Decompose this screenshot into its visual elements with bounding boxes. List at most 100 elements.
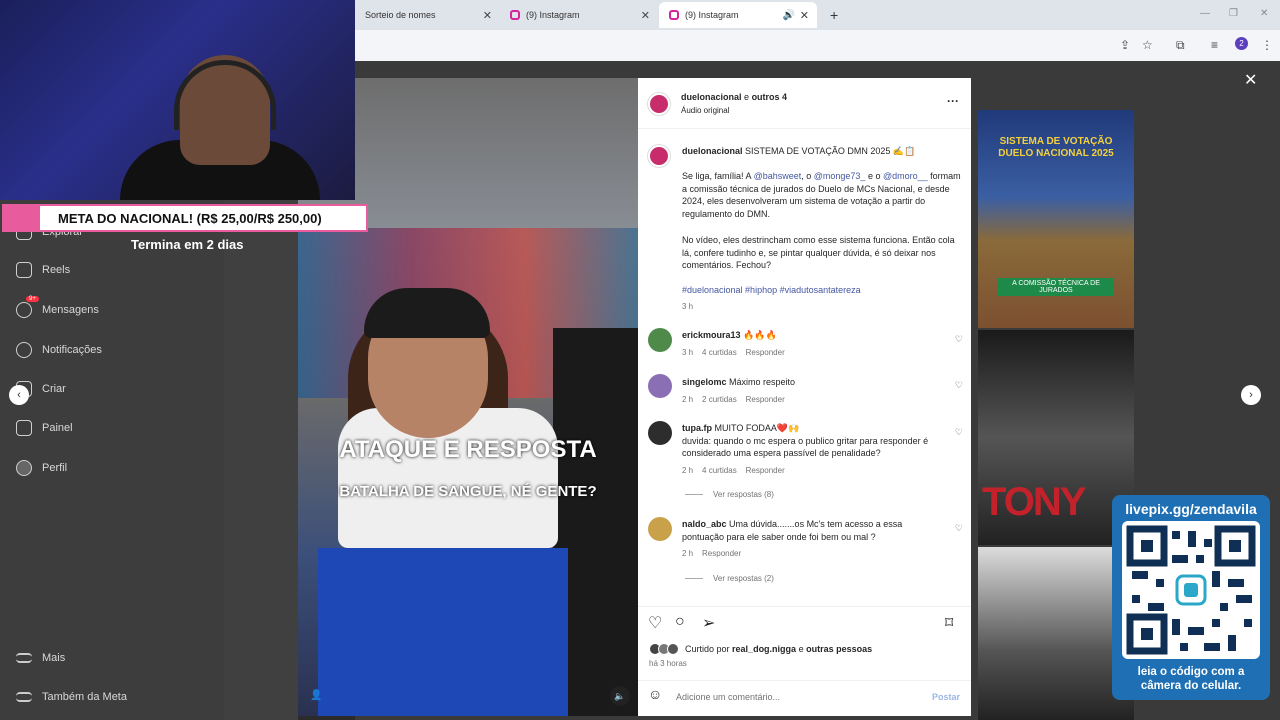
- liked-by-user[interactable]: real_dog.nigga: [732, 644, 796, 654]
- goal-subtitle: Termina em 2 dias: [131, 237, 244, 252]
- webcam-overlay: [0, 0, 355, 200]
- comment-avatar[interactable]: [648, 421, 672, 445]
- tab-instagram-1[interactable]: (9) Instagram ✕: [500, 4, 658, 26]
- sidebar-item-mais[interactable]: Mais: [16, 652, 65, 664]
- qr-footer: leia o código com a câmera do celular.: [1112, 665, 1270, 693]
- share-icon[interactable]: ➢: [702, 613, 715, 633]
- instagram-sidebar: Explorar Reels Mensagens 9+ Notificações…: [0, 200, 224, 720]
- mute-icon[interactable]: 🔈: [610, 686, 630, 706]
- thumbnail-title: SISTEMA DE VOTAÇÃO DUELO NACIONAL 2025: [998, 136, 1114, 159]
- liked-by-others[interactable]: outras pessoas: [806, 644, 872, 654]
- like-comment-icon[interactable]: ♡: [955, 380, 963, 391]
- new-tab-button[interactable]: +: [820, 4, 840, 26]
- minimize-icon[interactable]: —: [1200, 8, 1210, 19]
- reply-button[interactable]: Responder: [746, 466, 785, 475]
- post-details-panel: duelonacional e outros 4 Áudio original …: [638, 78, 971, 716]
- sidebar-item-label: Mais: [42, 652, 66, 664]
- like-comment-icon[interactable]: ♡: [955, 334, 963, 345]
- comment-username[interactable]: erickmoura13: [682, 330, 741, 340]
- sidebar-item-painel[interactable]: Painel: [16, 420, 73, 436]
- mention-link[interactable]: @monge73_: [814, 171, 866, 181]
- qr-code: [1122, 521, 1260, 659]
- emoji-icon[interactable]: ☺: [648, 686, 662, 702]
- reels-icon: [16, 262, 32, 278]
- comment-meta: 3 h 4 curtidas Responder: [682, 348, 785, 357]
- post-time: há 3 horas: [649, 659, 687, 668]
- sidebar-item-label: Notificações: [42, 344, 102, 356]
- close-modal-icon[interactable]: ✕: [1244, 70, 1257, 90]
- like-comment-icon[interactable]: ♡: [955, 523, 963, 534]
- speaker-icon[interactable]: 🔊: [783, 10, 795, 21]
- next-post-button[interactable]: ›: [1241, 385, 1261, 405]
- kebab-menu-icon[interactable]: ⋮: [1261, 38, 1273, 52]
- bookmark-star-icon[interactable]: ☆: [1142, 38, 1153, 52]
- like-icon[interactable]: ♡: [648, 613, 662, 633]
- install-icon[interactable]: ⇪: [1120, 38, 1130, 52]
- post-avatar[interactable]: [648, 93, 670, 115]
- previous-post-button[interactable]: ‹: [9, 385, 29, 405]
- close-window-icon[interactable]: ✕: [1260, 8, 1268, 19]
- divider: [638, 606, 971, 607]
- qr-footer-line: câmera do celular.: [1140, 680, 1242, 692]
- tagged-user-icon[interactable]: 👤: [310, 690, 322, 701]
- caption-text: e o: [865, 171, 881, 181]
- sidebar-item-label: Painel: [42, 422, 73, 434]
- view-replies-button[interactable]: Ver respostas (2): [685, 574, 774, 583]
- sidebar-item-notificacoes[interactable]: Notificações: [16, 342, 102, 358]
- reply-button[interactable]: Responder: [746, 348, 785, 357]
- more-options-icon[interactable]: ···: [947, 94, 959, 108]
- tab-label: (9) Instagram: [526, 10, 580, 20]
- mention-link[interactable]: @dmoro__: [883, 171, 928, 181]
- extensions-icon[interactable]: ⧉: [1176, 38, 1185, 53]
- view-replies-label: Ver respostas (2): [713, 574, 774, 583]
- liker-avatar: [667, 643, 679, 655]
- audio-label[interactable]: Áudio original: [681, 105, 729, 118]
- comment-likes[interactable]: 4 curtidas: [702, 348, 737, 357]
- post-comment-button[interactable]: Postar: [932, 691, 960, 704]
- comment-avatar[interactable]: [648, 374, 672, 398]
- restore-icon[interactable]: ❐: [1229, 8, 1238, 19]
- sidebar-item-label: Criar: [42, 383, 66, 395]
- media-control-icon[interactable]: ≡: [1211, 38, 1218, 52]
- post-username[interactable]: duelonacional: [681, 92, 742, 102]
- comment-avatar[interactable]: [648, 517, 672, 541]
- comment-4: naldo_abc Uma dúvida.......os Mc's tem a…: [682, 518, 937, 543]
- view-replies-button[interactable]: Ver respostas (8): [685, 490, 774, 499]
- tab-label: Sorteio de nomes: [365, 10, 436, 20]
- comment-likes[interactable]: 4 curtidas: [702, 466, 737, 475]
- reply-button[interactable]: Responder: [702, 549, 741, 558]
- sidebar-item-mensagens[interactable]: Mensagens 9+: [16, 296, 99, 318]
- avatar-icon: [16, 460, 32, 476]
- instagram-icon: [669, 10, 679, 20]
- close-tab-icon[interactable]: ✕: [483, 9, 492, 22]
- comment-username[interactable]: singelomc: [682, 377, 727, 387]
- sidebar-item-meta[interactable]: Também da Meta: [16, 691, 127, 703]
- comment-avatar[interactable]: [648, 328, 672, 352]
- sidebar-item-perfil[interactable]: Perfil: [16, 460, 67, 476]
- like-comment-icon[interactable]: ♡: [955, 427, 963, 438]
- tab-sorteio[interactable]: Sorteio de nomes ✕: [355, 4, 500, 26]
- mention-link[interactable]: @bahsweet: [754, 171, 802, 181]
- comment-icon[interactable]: ○: [675, 613, 685, 631]
- header-others[interactable]: outros 4: [752, 92, 788, 102]
- hashtags[interactable]: #duelonacional #hiphop #viadutosantatere…: [682, 284, 962, 297]
- comment-input[interactable]: Adicione um comentário...: [676, 691, 780, 704]
- profile-avatar[interactable]: 2: [1235, 37, 1248, 50]
- close-tab-icon[interactable]: ✕: [800, 9, 809, 22]
- caption-paragraph-2: No vídeo, eles destrincham como esse sis…: [682, 235, 955, 271]
- sidebar-item-reels[interactable]: Reels: [16, 262, 70, 278]
- close-tab-icon[interactable]: ✕: [641, 9, 650, 22]
- comment-meta: 2 h Responder: [682, 549, 741, 558]
- feed-thumbnail-3[interactable]: [978, 547, 1134, 720]
- comment-username[interactable]: naldo_abc: [682, 519, 727, 529]
- comment-username[interactable]: tupa.fp: [682, 423, 712, 433]
- feed-thumbnail-1[interactable]: SISTEMA DE VOTAÇÃO DUELO NACIONAL 2025 A…: [978, 110, 1134, 328]
- caption-avatar[interactable]: [648, 145, 670, 167]
- view-replies-label: Ver respostas (8): [713, 490, 774, 499]
- caption-username[interactable]: duelonacional: [682, 146, 743, 156]
- feed-thumbnail-2[interactable]: TONY: [978, 330, 1134, 545]
- reply-button[interactable]: Responder: [746, 395, 785, 404]
- tab-instagram-2[interactable]: (9) Instagram 🔊 ✕: [659, 2, 817, 28]
- comment-likes[interactable]: 2 curtidas: [702, 395, 737, 404]
- save-icon[interactable]: ⌑: [945, 613, 953, 633]
